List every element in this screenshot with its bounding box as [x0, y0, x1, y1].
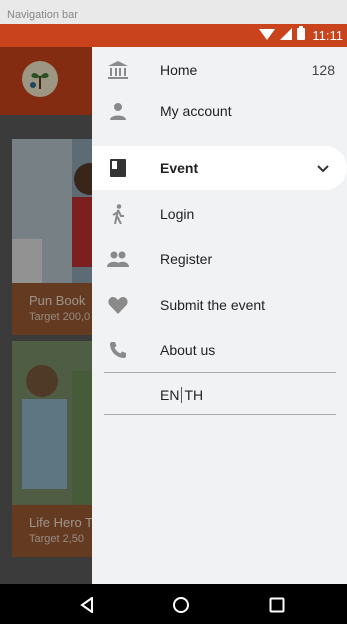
language-th[interactable]: TH: [184, 387, 203, 403]
bank-icon: [106, 60, 130, 80]
person-icon: [106, 101, 130, 121]
divider: [104, 372, 336, 373]
phone-screen: Navigation bar 11:11 Pun Book Target 200…: [0, 0, 347, 624]
drawer-item-label: Home: [160, 62, 198, 78]
caption-bar: Navigation bar: [0, 0, 347, 24]
home-count: 128: [311, 62, 335, 78]
people-icon: [106, 249, 130, 269]
drawer-item-home[interactable]: Home 128: [92, 48, 347, 92]
drawer-item-register[interactable]: Register: [92, 237, 347, 281]
drawer-item-label: Event: [160, 160, 199, 176]
drawer-item-label: Login: [160, 206, 195, 222]
drawer-item-my-account[interactable]: My account: [92, 89, 347, 133]
signal-icon: [280, 27, 293, 45]
navigation-drawer: Home 128 My account Event Login Register…: [92, 47, 347, 584]
divider: [104, 414, 336, 415]
book-icon: [106, 158, 130, 178]
language-en[interactable]: EN: [160, 387, 179, 403]
wifi-icon: [259, 27, 276, 45]
system-nav-bar: [0, 584, 347, 624]
status-bar: 11:11: [0, 24, 347, 47]
drawer-item-event[interactable]: Event: [92, 146, 347, 190]
home-circle-icon[interactable]: [170, 594, 192, 616]
drawer-item-label: Submit the event: [160, 297, 266, 313]
heart-icon: [106, 295, 130, 315]
drawer-item-label: My account: [160, 103, 232, 119]
phone-icon: [106, 340, 130, 360]
recents-square-icon[interactable]: [266, 594, 288, 616]
drawer-item-submit-event[interactable]: Submit the event: [92, 283, 347, 327]
drawer-item-label: About us: [160, 342, 216, 358]
drawer-item-about-us[interactable]: About us: [92, 328, 347, 372]
status-time: 11:11: [312, 28, 343, 43]
walking-icon: [106, 204, 130, 224]
chevron-down-icon[interactable]: [315, 160, 331, 176]
battery-icon: [297, 26, 306, 45]
back-icon[interactable]: [76, 594, 98, 616]
caption-text: Navigation bar: [7, 9, 78, 21]
language-separator: [181, 387, 183, 403]
drawer-item-login[interactable]: Login: [92, 192, 347, 236]
language-switcher: EN TH: [160, 387, 203, 403]
drawer-item-label: Register: [160, 251, 213, 267]
